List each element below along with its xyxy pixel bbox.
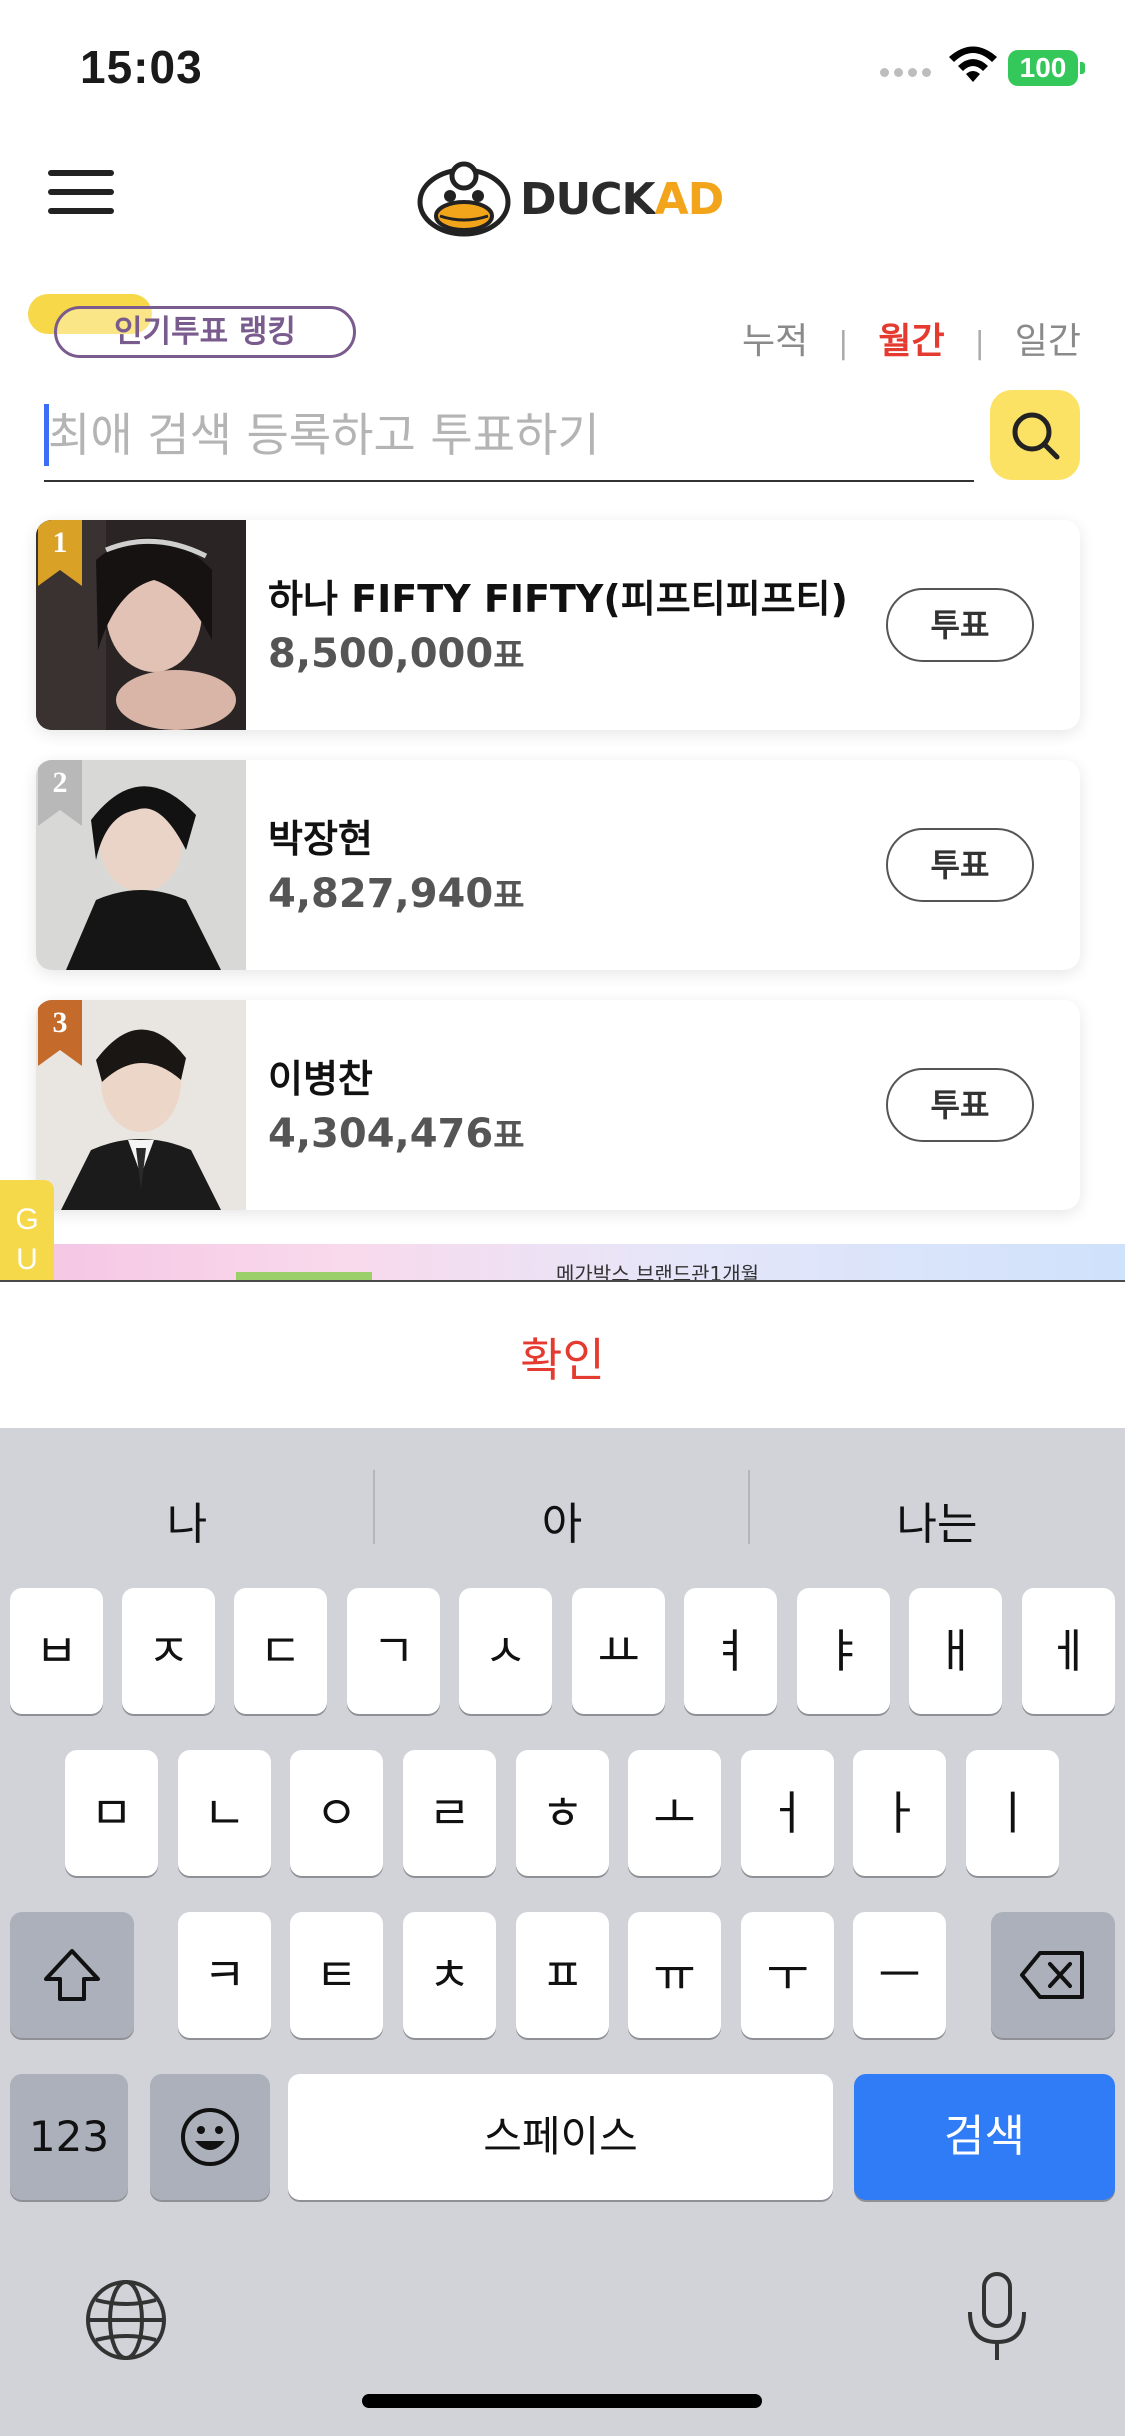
wifi-icon xyxy=(949,46,997,82)
artist-name: 박장현 xyxy=(268,817,373,861)
status-time: 15:03 xyxy=(80,41,203,93)
key[interactable]: ㅡ xyxy=(853,1912,946,2038)
key[interactable]: ㅣ xyxy=(966,1750,1059,1876)
side-tab-letter: U xyxy=(16,1243,38,1276)
battery-tip xyxy=(1080,62,1085,74)
suggestion-3[interactable]: 나는 xyxy=(750,1488,1124,1552)
key[interactable]: ㅁ xyxy=(65,1750,158,1876)
ad-banner[interactable]: 메가박스 브랜드관1개월 xyxy=(0,1244,1125,1280)
ranking-card: 2 박장현 4,827,940표 투표 xyxy=(36,760,1080,970)
key[interactable]: ㅂ xyxy=(10,1588,103,1714)
search-button[interactable] xyxy=(990,390,1080,480)
shift-icon xyxy=(44,1949,100,2001)
key[interactable]: ㅜ xyxy=(741,1912,834,2038)
microphone-icon xyxy=(968,2272,1026,2360)
key[interactable]: ㅎ xyxy=(516,1750,609,1876)
globe-icon xyxy=(86,2280,166,2360)
key[interactable]: ㅊ xyxy=(403,1912,496,2038)
search-bar xyxy=(44,390,974,482)
status-bar: 15:03 100 xyxy=(0,0,1125,130)
signal-dots-icon xyxy=(880,62,936,81)
key[interactable]: ㄴ xyxy=(178,1750,271,1876)
shift-key[interactable] xyxy=(10,1912,134,2038)
duckad-logo[interactable]: DUCKAD xyxy=(414,158,724,238)
key[interactable]: ㅑ xyxy=(797,1588,890,1714)
suggestion-2[interactable]: 아 xyxy=(375,1488,749,1552)
emoji-key[interactable] xyxy=(150,2074,270,2200)
key[interactable]: ㄱ xyxy=(347,1588,440,1714)
ranking-title: 인기투표 랭킹 xyxy=(54,306,356,358)
key[interactable]: ㅌ xyxy=(290,1912,383,2038)
keyboard-confirm-bar: 확인 xyxy=(0,1280,1125,1428)
text-cursor xyxy=(44,404,49,466)
vote-count: 8,500,000표 xyxy=(268,631,525,677)
backspace-key[interactable] xyxy=(991,1912,1115,2038)
key[interactable]: ㅈ xyxy=(122,1588,215,1714)
tab-cumulative[interactable]: 누적 xyxy=(742,312,808,364)
key[interactable]: ㅔ xyxy=(1022,1588,1115,1714)
korean-keyboard: 나 아 나는 ㅂ ㅈ ㄷ ㄱ ㅅ ㅛ ㅕ ㅑ ㅐ ㅔ ㅁ ㄴ ㅇ ㄹ ㅎ ㅗ ㅓ… xyxy=(0,1428,1125,2436)
key[interactable]: ㅓ xyxy=(741,1750,834,1876)
key[interactable]: ㅏ xyxy=(853,1750,946,1876)
confirm-button[interactable]: 확인 xyxy=(0,1324,1125,1390)
ranking-card: 1 하나 FIFTY FIFTY(피프티피프티) 8,500,000표 투표 xyxy=(36,520,1080,730)
vote-count: 4,304,476표 xyxy=(268,1111,525,1157)
hamburger-menu-icon[interactable] xyxy=(48,170,114,226)
home-indicator xyxy=(362,2394,762,2408)
tab-daily[interactable]: 일간 xyxy=(1015,312,1081,364)
logo-duck-text: DUCK xyxy=(520,174,656,225)
microphone-key[interactable] xyxy=(962,2270,1032,2366)
ranking-card: 3 이병찬 4,304,476표 투표 xyxy=(36,1000,1080,1210)
key[interactable]: ㅛ xyxy=(572,1588,665,1714)
artist-name: 이병찬 xyxy=(268,1057,373,1101)
vote-button[interactable]: 투표 xyxy=(886,1068,1034,1142)
key[interactable]: ㅠ xyxy=(628,1912,721,2038)
search-input[interactable] xyxy=(44,400,974,470)
key[interactable]: ㅗ xyxy=(628,1750,721,1876)
numbers-key[interactable]: 123 xyxy=(10,2074,128,2200)
globe-key[interactable] xyxy=(82,2276,170,2364)
ad-banner-text: 메가박스 브랜드관1개월 xyxy=(556,1262,760,1280)
vote-button[interactable]: 투표 xyxy=(886,828,1034,902)
backspace-icon xyxy=(1020,1951,1084,1999)
emoji-icon xyxy=(181,2108,239,2166)
battery-indicator: 100 xyxy=(1008,50,1078,86)
key[interactable]: ㄹ xyxy=(403,1750,496,1876)
tab-divider: | xyxy=(838,326,849,361)
space-key[interactable]: 스페이스 xyxy=(288,2074,833,2200)
key[interactable]: ㅕ xyxy=(684,1588,777,1714)
suggestion-1[interactable]: 나 xyxy=(0,1488,374,1552)
vote-count: 4,827,940표 xyxy=(268,871,525,917)
side-floating-tab[interactable]: G U xyxy=(0,1180,54,1280)
artist-name: 하나 FIFTY FIFTY(피프티피프티) xyxy=(268,577,848,621)
logo-ad-text: AD xyxy=(654,174,725,225)
vote-button[interactable]: 투표 xyxy=(886,588,1034,662)
key[interactable]: ㅅ xyxy=(459,1588,552,1714)
ranking-title-badge: 인기투표 랭킹 xyxy=(28,294,356,358)
tab-divider: | xyxy=(974,326,985,361)
duck-logo-icon xyxy=(417,161,511,237)
key[interactable]: ㄷ xyxy=(234,1588,327,1714)
tab-monthly[interactable]: 월간 xyxy=(878,312,944,364)
side-tab-letter: G xyxy=(15,1203,39,1236)
key[interactable]: ㅍ xyxy=(516,1912,609,2038)
period-tabs: 누적 | 월간 | 일간 xyxy=(742,312,1081,364)
key[interactable]: ㅇ xyxy=(290,1750,383,1876)
rank-badge: 3 xyxy=(38,1000,82,1066)
rank-badge: 2 xyxy=(38,760,82,826)
key[interactable]: ㅋ xyxy=(178,1912,271,2038)
search-key[interactable]: 검색 xyxy=(854,2074,1115,2200)
key[interactable]: ㅐ xyxy=(909,1588,1002,1714)
search-icon xyxy=(1012,412,1060,460)
rank-badge: 1 xyxy=(38,520,82,586)
